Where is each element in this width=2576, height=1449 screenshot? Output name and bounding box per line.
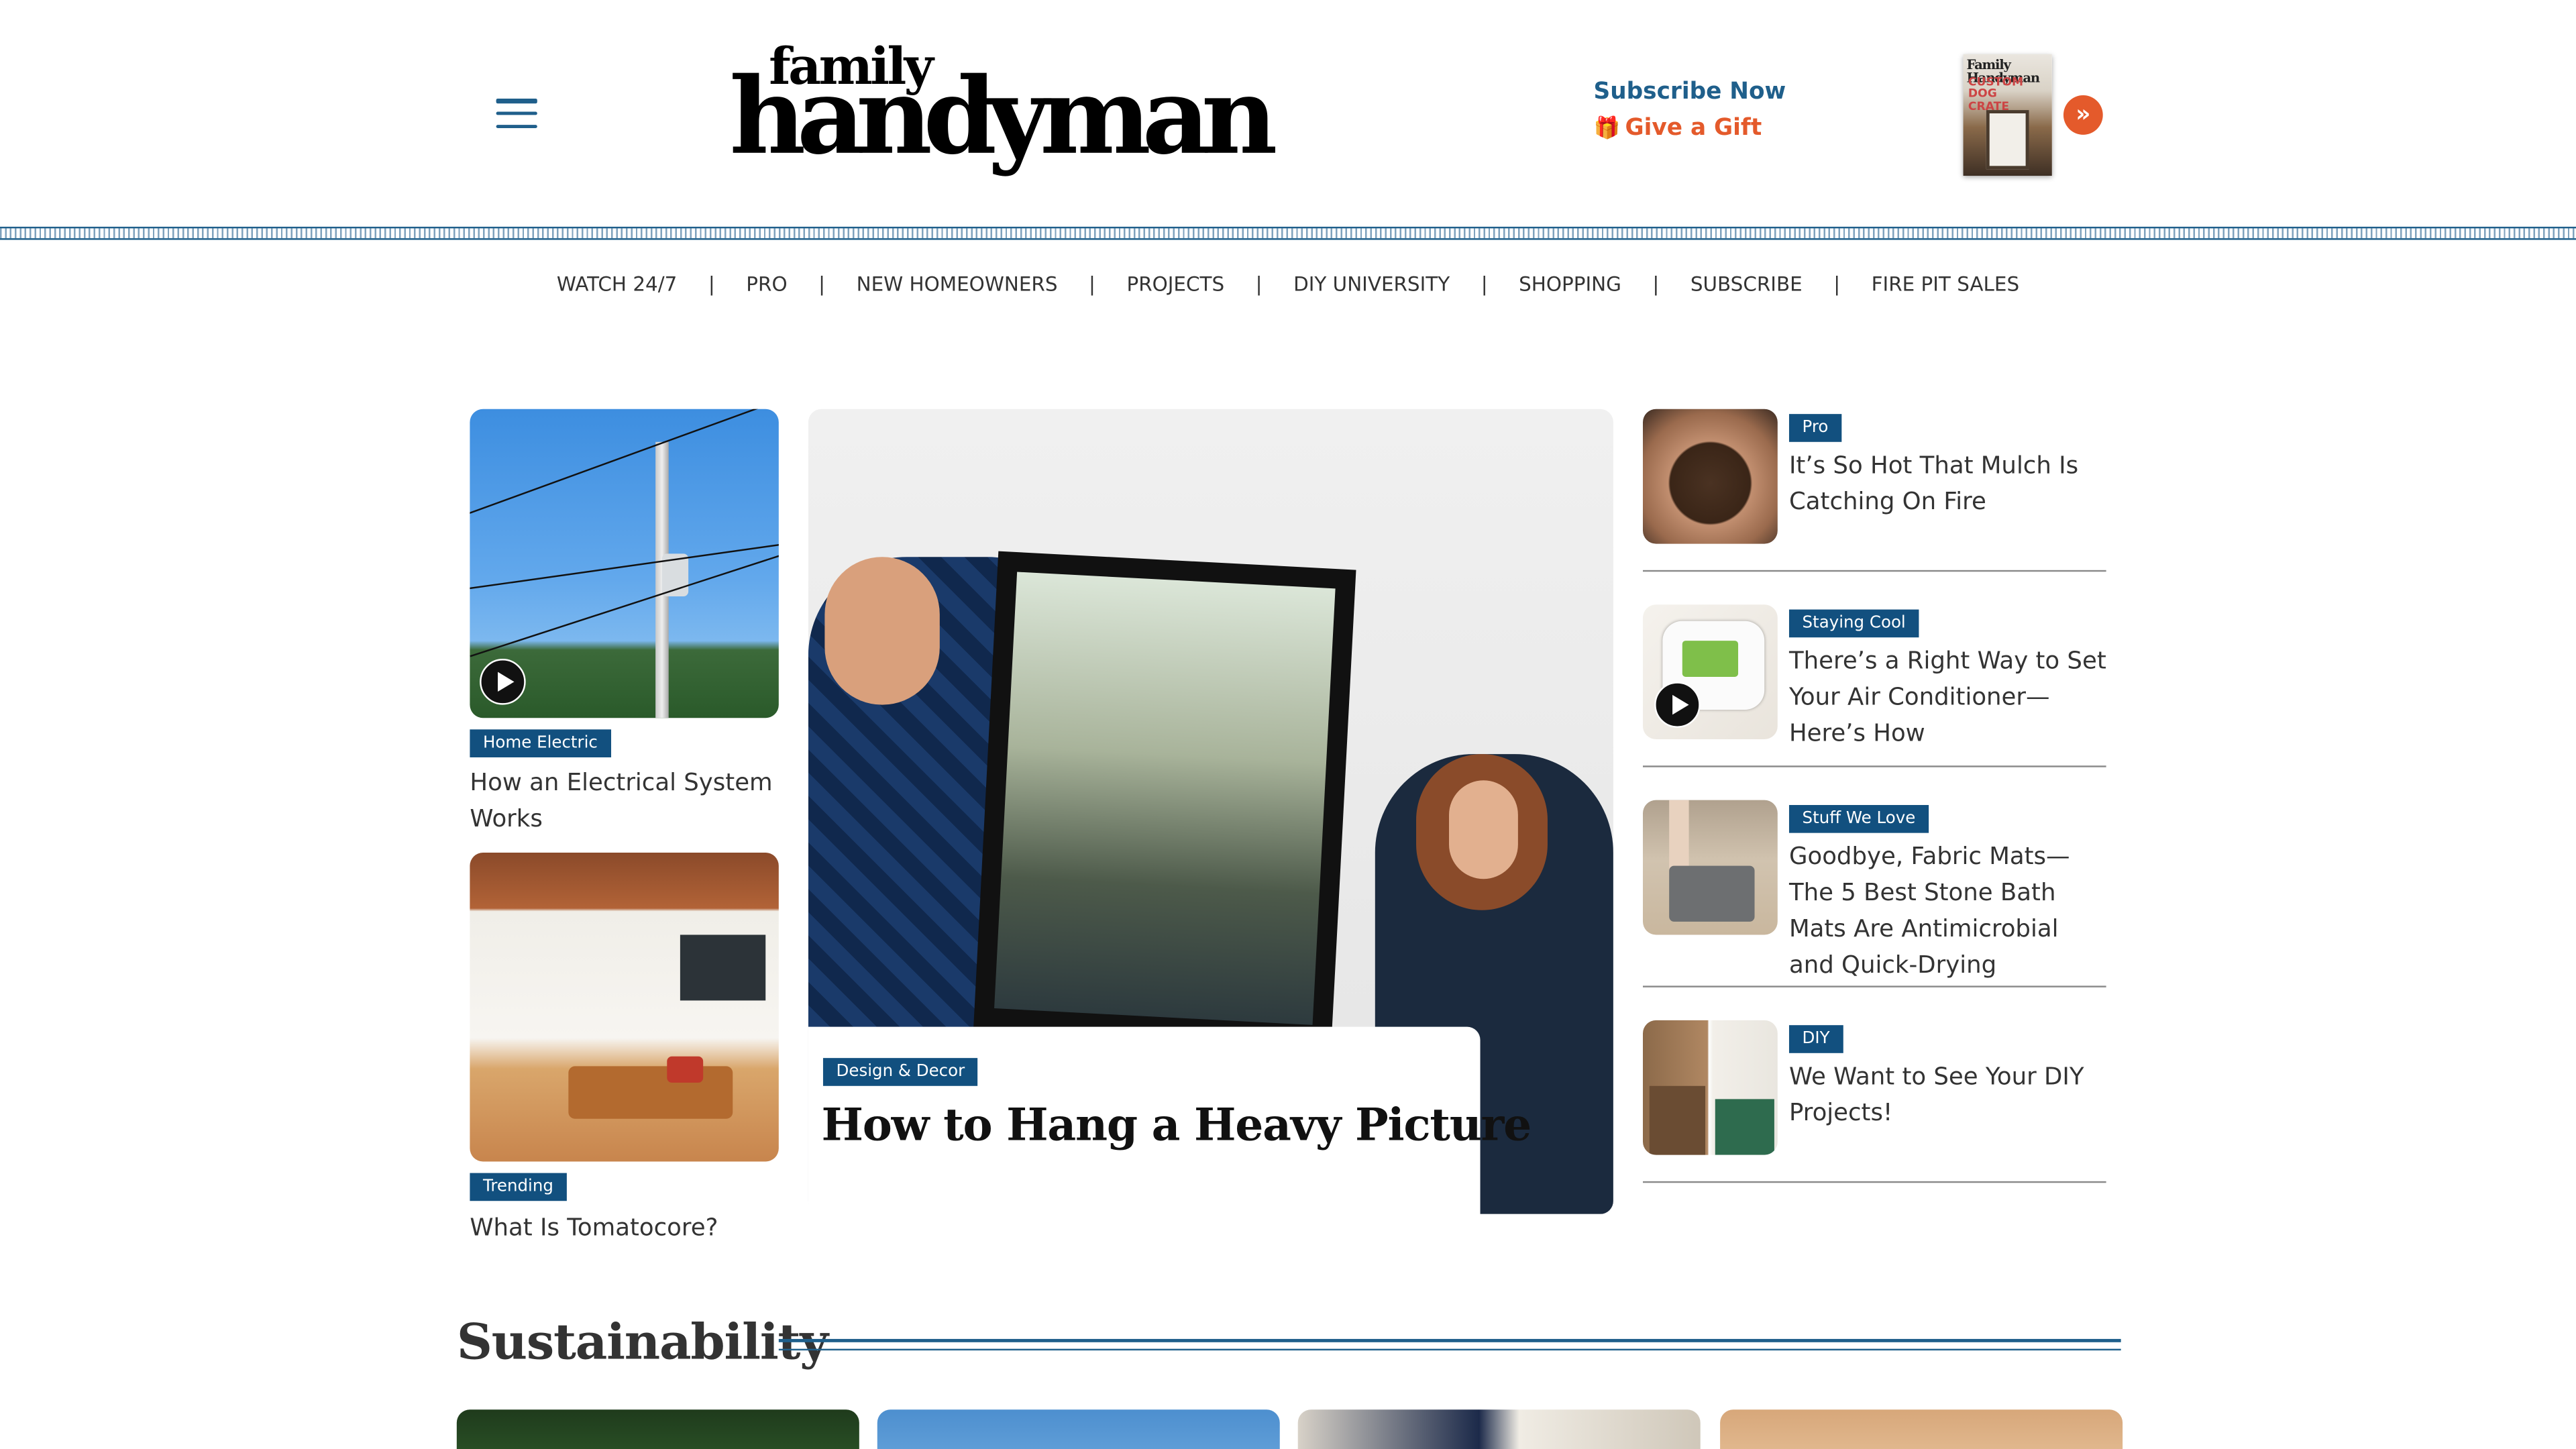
wood-cabinet — [1649, 1085, 1706, 1155]
article-title-tomatocore[interactable]: What Is Tomatocore? — [470, 1211, 798, 1247]
sustainability-article-image[interactable] — [1720, 1409, 2123, 1449]
sofa — [568, 1066, 733, 1119]
article-title-stone-bath-mats[interactable]: Goodbye, Fabric Mats—The 5 Best Stone Ba… — [1789, 839, 2101, 984]
menu-bar — [496, 111, 537, 116]
subscribe-now-link[interactable]: Subscribe Now — [1594, 79, 1786, 105]
sustainability-article-image[interactable] — [456, 1409, 859, 1449]
leg — [1669, 800, 1689, 873]
logo-handyman-text: handyman — [729, 56, 1277, 179]
play-icon[interactable] — [480, 659, 526, 705]
power-wire — [470, 409, 779, 526]
article-title-air-conditioner[interactable]: There’s a Right Way to Set Your Air Cond… — [1789, 644, 2118, 753]
power-wire — [470, 535, 779, 592]
play-icon[interactable] — [1654, 682, 1701, 728]
sustainability-article-image[interactable] — [1297, 1409, 1701, 1449]
nav-item-pro[interactable]: PRO — [715, 273, 818, 296]
nav-separator: | — [708, 272, 715, 296]
magazine-cover-image[interactable]: Family Handyman CUSTOM DOG CRATE — [1963, 54, 2052, 176]
give-a-gift-label: Give a Gift — [1625, 115, 1762, 142]
nav-item-shopping[interactable]: SHOPPING — [1488, 273, 1653, 296]
woman-face — [1449, 780, 1518, 879]
nav-item-subscribe[interactable]: SUBSCRIBE — [1659, 273, 1833, 296]
man-head — [824, 557, 940, 705]
category-tag-stuff-we-love[interactable]: Stuff We Love — [1788, 805, 1929, 833]
chevron-right-double-icon[interactable]: » — [2063, 95, 2103, 135]
hero-article-title[interactable]: How to Hang a Heavy Picture — [822, 1101, 1532, 1152]
nav-item-new-homeowners[interactable]: NEW HOMEOWNERS — [825, 273, 1089, 296]
sustainability-article-image[interactable] — [877, 1409, 1280, 1449]
magazine-cover-photo — [1986, 110, 2029, 170]
picture-frame — [973, 551, 1356, 1046]
category-tag-trending[interactable]: Trending — [470, 1173, 567, 1201]
living-room-image[interactable] — [470, 853, 779, 1162]
header-divider — [0, 226, 2576, 240]
gift-icon: 🎁 — [1593, 116, 1621, 142]
give-a-gift-link[interactable]: 🎁 Give a Gift — [1594, 115, 1762, 141]
main-nav: WATCH 24/7 | PRO | NEW HOMEOWNERS | PROJECTS | D… — [0, 273, 2576, 296]
category-tag-staying-cool[interactable]: Staying Cool — [1788, 609, 1919, 638]
green-cabinet — [1715, 1099, 1774, 1155]
category-tag-pro[interactable]: Pro — [1788, 414, 1842, 442]
nav-item-diy-university[interactable]: DIY UNIVERSITY — [1263, 273, 1481, 296]
article-title-mulch-fire[interactable]: It’s So Hot That Mulch Is Catching On Fi… — [1789, 449, 2118, 521]
menu-icon[interactable] — [496, 98, 537, 130]
bath-mat-image[interactable] — [1643, 800, 1778, 935]
list-divider — [1643, 765, 2106, 767]
category-tag-design-decor[interactable]: Design & Decor — [822, 1058, 978, 1086]
nav-separator: | — [1652, 272, 1660, 296]
wall-art — [680, 934, 766, 1001]
kitchen-before-after-image[interactable] — [1643, 1020, 1778, 1155]
framed-picture — [994, 572, 1336, 1025]
article-title-diy-projects[interactable]: We Want to See Your DIY Projects! — [1789, 1060, 2118, 1132]
category-tag-home-electric[interactable]: Home Electric — [470, 729, 611, 757]
section-title-sustainability: Sustainability — [456, 1314, 828, 1372]
nav-separator: | — [1255, 272, 1263, 296]
category-tag-diy[interactable]: DIY — [1788, 1025, 1843, 1053]
article-title-electrical-system[interactable]: How an Electrical System Works — [470, 765, 798, 838]
thermostat-screen — [1682, 641, 1739, 677]
section-divider — [778, 1338, 2121, 1351]
stone-mat — [1669, 865, 1755, 922]
list-divider — [1643, 1181, 2106, 1183]
mulch-hands-image[interactable] — [1643, 409, 1778, 544]
nav-separator: | — [1089, 272, 1095, 296]
pillow — [667, 1056, 704, 1083]
magazine-cover-headline: CUSTOM DOG CRATE — [1968, 75, 2024, 113]
nav-separator: | — [1481, 272, 1488, 296]
nav-item-watch[interactable]: WATCH 24/7 — [525, 273, 708, 296]
site-logo[interactable]: family handyman — [729, 42, 1277, 184]
menu-bar — [496, 98, 537, 103]
nav-separator: | — [1833, 272, 1841, 296]
menu-bar — [496, 124, 537, 129]
nav-item-fire-pit-sales[interactable]: FIRE PIT SALES — [1840, 273, 2051, 296]
list-divider — [1643, 570, 2106, 572]
nav-separator: | — [818, 272, 826, 296]
nav-item-projects[interactable]: PROJECTS — [1095, 273, 1256, 296]
list-divider — [1643, 985, 2106, 987]
